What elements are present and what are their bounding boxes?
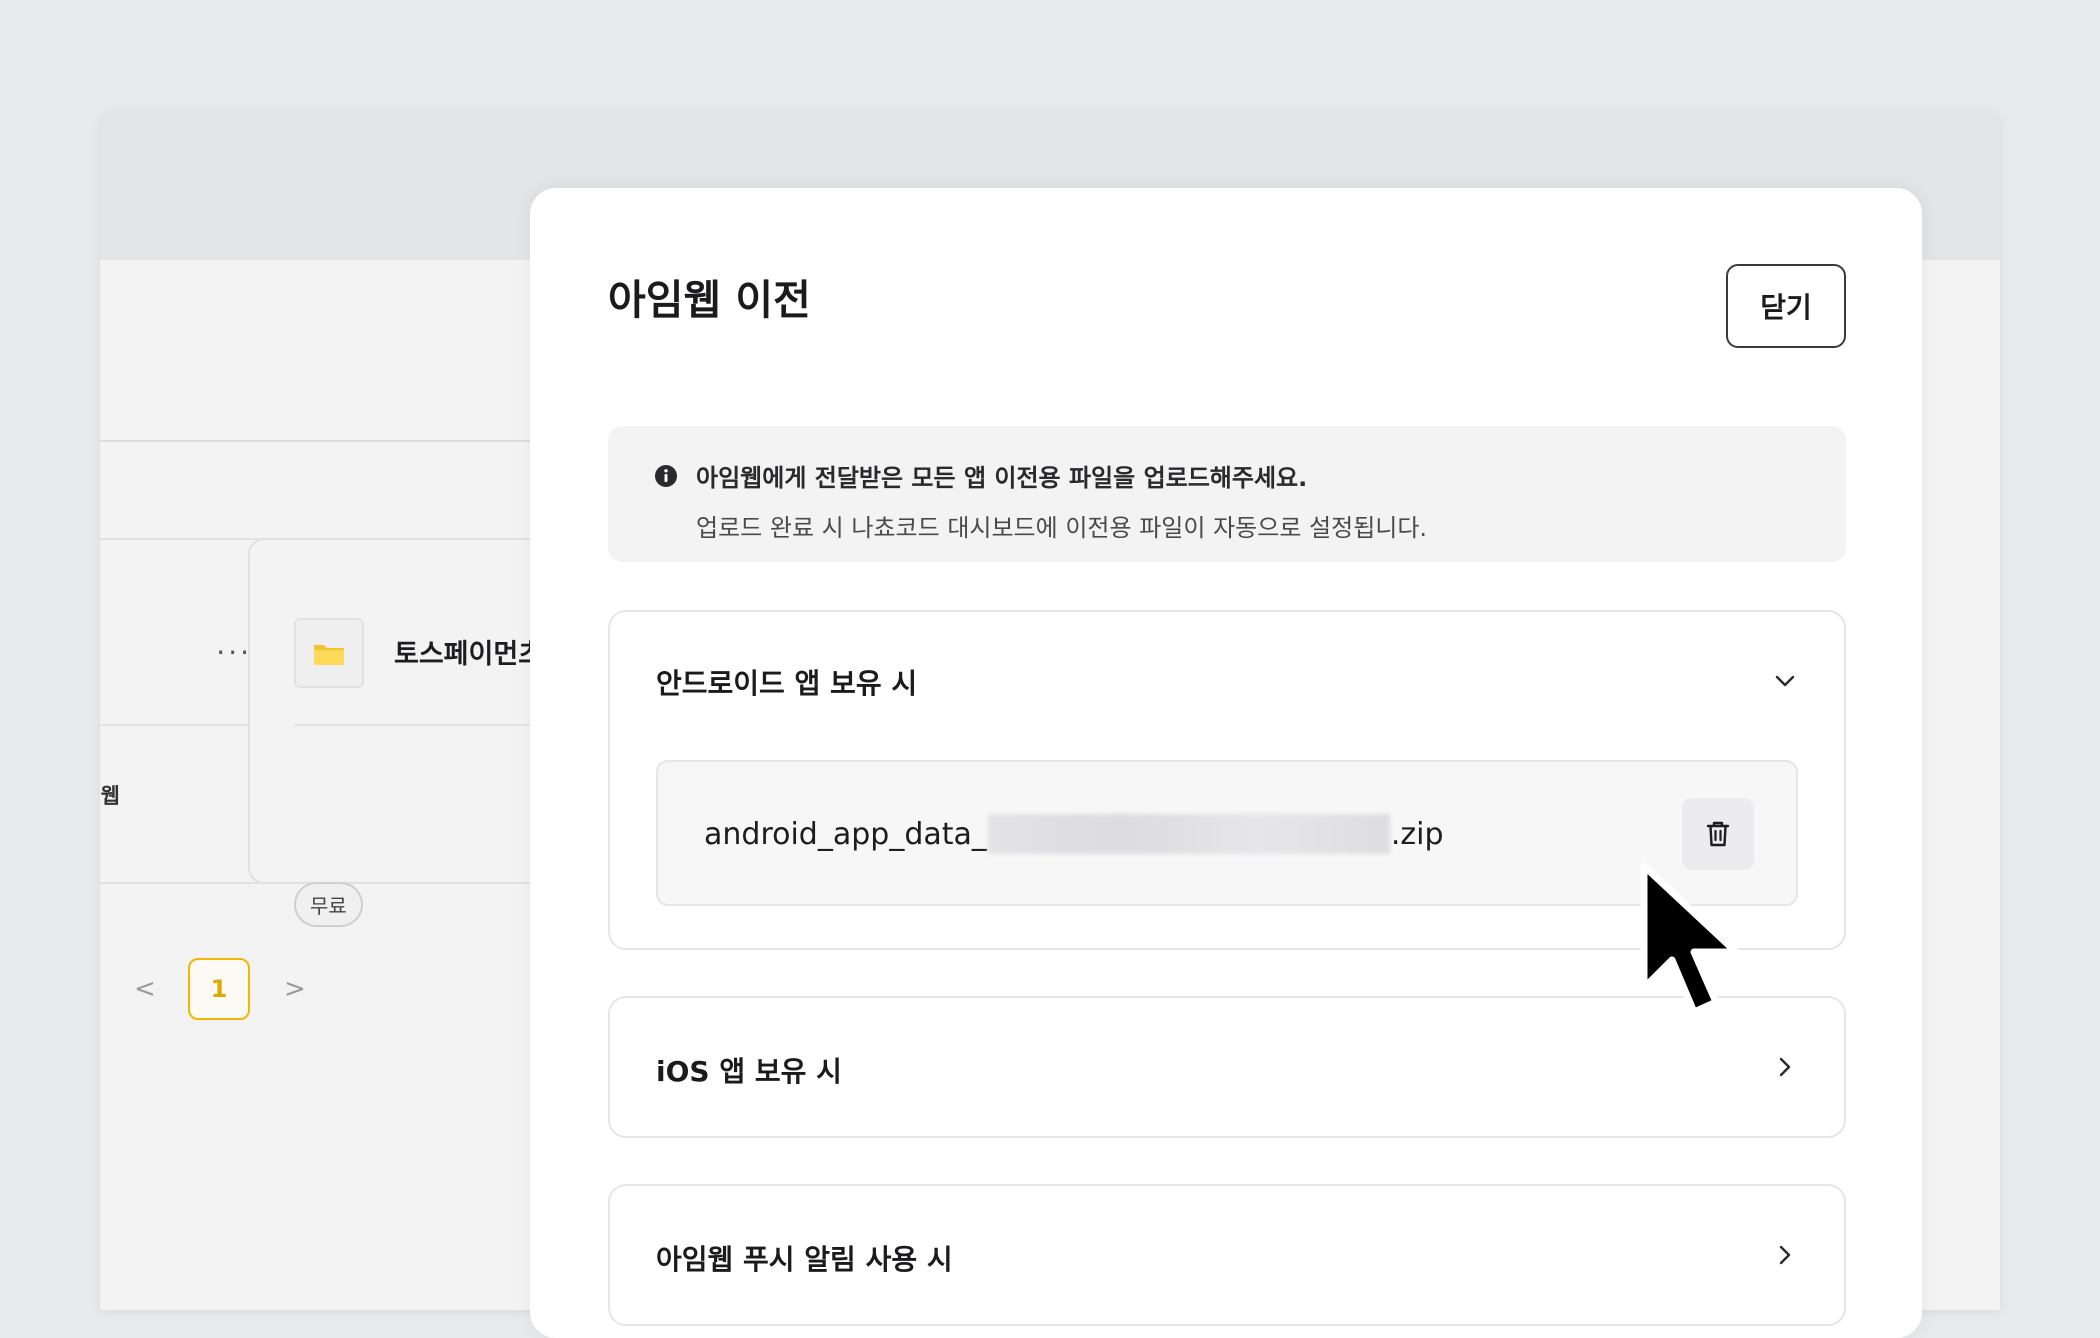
notice-box: 아임웹에게 전달받은 모든 앱 이전용 파일을 업로드해주세요. 업로드 완료 …: [608, 426, 1846, 562]
card-divider: [100, 724, 256, 726]
more-options-icon[interactable]: ···: [216, 636, 252, 669]
section-title: 아임웹 푸시 알림 사용 시: [656, 1243, 953, 1276]
close-button[interactable]: 닫기: [1726, 264, 1846, 348]
info-icon: [655, 465, 677, 487]
file-name-prefix: android_app_data_: [704, 816, 987, 852]
file-name-suffix: .zip: [1390, 816, 1444, 852]
content-divider: [100, 440, 580, 442]
next-page-icon[interactable]: >: [284, 974, 306, 1004]
pagination: < 1 >: [134, 958, 306, 1020]
folder-icon: [294, 618, 364, 688]
card-author: 아임웹: [100, 784, 120, 808]
card-app-name: 토스페이먼츠: [394, 639, 544, 670]
push-section[interactable]: 아임웹 푸시 알림 사용 시: [608, 1184, 1846, 1326]
delete-file-button[interactable]: [1682, 798, 1754, 870]
notice-primary-text: 아임웹에게 전달받은 모든 앱 이전용 파일을 업로드해주세요.: [696, 464, 1308, 492]
prev-page-icon[interactable]: <: [134, 974, 156, 1004]
mouse-cursor-icon: [1640, 862, 1740, 1016]
migration-modal: 아임웹 이전 닫기 아임웹에게 전달받은 모든 앱 이전용 파일을 업로드해주세…: [530, 188, 1922, 1338]
notice-secondary-text: 업로드 완료 시 나쵸코드 대시보드에 이전용 파일이 자동으로 설정됩니다.: [696, 514, 1428, 542]
chevron-down-icon[interactable]: [1772, 668, 1798, 694]
chevron-right-icon[interactable]: [1772, 1054, 1798, 1080]
chevron-right-icon[interactable]: [1772, 1242, 1798, 1268]
uploaded-file-row: android_app_data_ .zip: [656, 760, 1798, 906]
modal-title: 아임웹 이전: [608, 276, 811, 324]
section-title: 안드로이드 앱 보유 시: [656, 667, 918, 700]
file-name: android_app_data_ .zip: [704, 814, 1444, 854]
trash-icon: [1706, 821, 1730, 847]
price-badge: 무료: [294, 882, 363, 927]
file-name-redacted: [987, 814, 1390, 854]
section-title: iOS 앱 보유 시: [656, 1055, 842, 1088]
page-button-current[interactable]: 1: [188, 958, 250, 1020]
